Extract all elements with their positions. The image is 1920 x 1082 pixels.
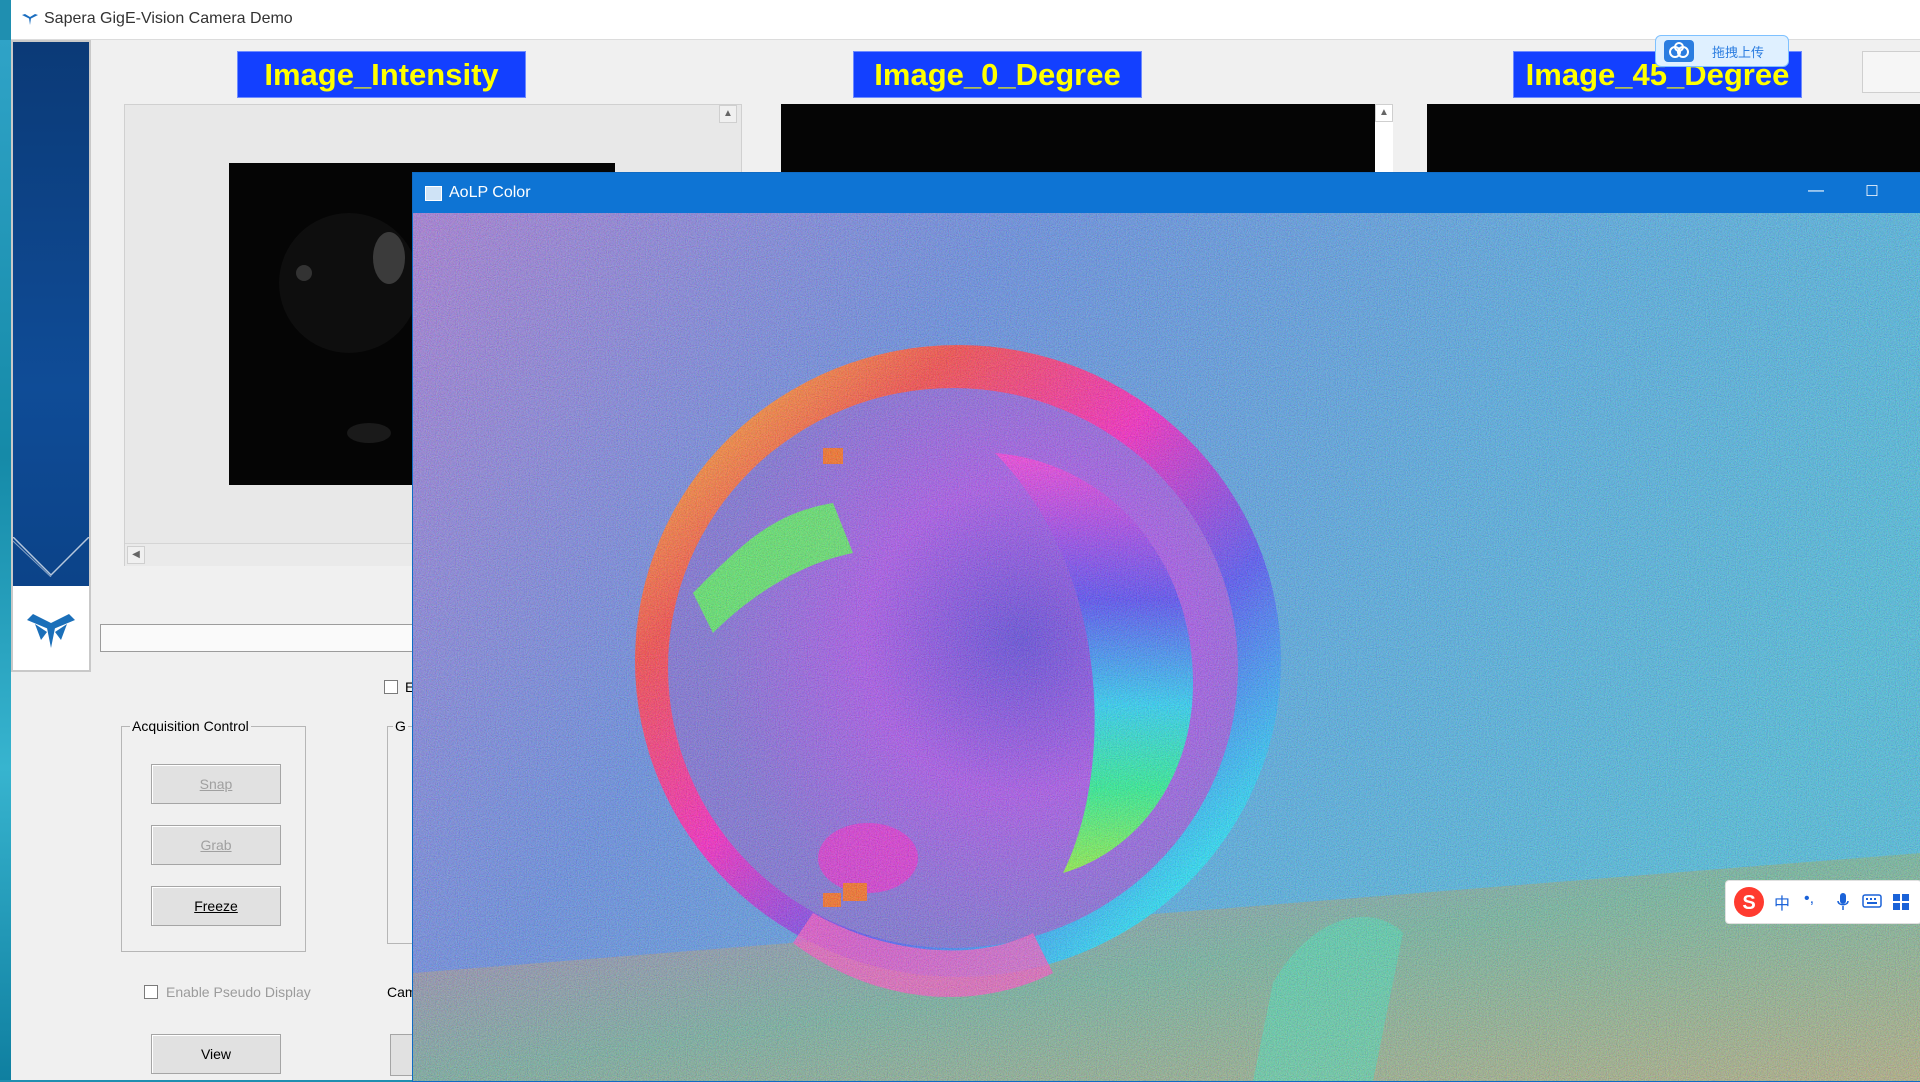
upload-label: 拖拽上传 (1712, 45, 1765, 60)
degree45-image (1427, 104, 1920, 174)
grab-button[interactable]: Grab (151, 825, 281, 865)
view-button[interactable]: View (151, 1034, 281, 1074)
degree0-viewer[interactable]: ▲ (781, 104, 1393, 174)
ime-punctuation-label[interactable]: •, (1804, 890, 1814, 908)
cloud-upload-icon (1664, 40, 1694, 62)
upload-widget[interactable]: 拖拽上传 (1655, 35, 1789, 67)
mic-icon[interactable] (1836, 892, 1850, 912)
view-button-label: View (200, 1046, 232, 1062)
image-0-degree-label: Image_0_Degree (853, 51, 1142, 98)
teledyne-logo-icon (22, 14, 38, 25)
logo-panel (11, 40, 91, 672)
pseudo-display-checkbox[interactable] (144, 985, 158, 999)
acquisition-control-title: Acquisition Control (130, 718, 251, 734)
pseudo-display-label: Enable Pseudo Display (166, 984, 311, 1000)
grid-icon[interactable] (1892, 893, 1910, 911)
svg-text:S: S (1742, 892, 1755, 914)
intensity-scroll-up-button[interactable]: ▲ (719, 105, 737, 123)
aolp-title: AoLP Color (449, 184, 531, 201)
aolp-color-window[interactable]: AoLP Color — ☐ (412, 172, 1920, 1082)
aolp-titlebar[interactable]: AoLP Color — ☐ (413, 173, 1920, 213)
chevron-graphic (13, 537, 89, 577)
grab-button-label: Grab (200, 837, 232, 853)
app-title: Sapera GigE-Vision Camera Demo (44, 10, 293, 27)
partial-checkbox[interactable] (384, 680, 398, 694)
freeze-button[interactable]: Freeze (151, 886, 281, 926)
maximize-icon[interactable]: ☐ (1859, 179, 1885, 205)
status-field (100, 624, 422, 652)
partial-button-right[interactable] (1862, 51, 1920, 93)
intensity-scroll-left-button[interactable]: ◀ (127, 546, 145, 564)
logo-white-area (13, 586, 89, 670)
partial-button-bottom[interactable] (390, 1034, 414, 1076)
teledyne-emblem-icon (27, 614, 75, 648)
acquisition-control-group: Acquisition Control Snap Grab Freeze (121, 718, 306, 952)
main-titlebar[interactable]: Sapera GigE-Vision Camera Demo (11, 0, 1920, 40)
sogou-icon[interactable]: S (1732, 886, 1766, 918)
keyboard-icon[interactable] (1862, 893, 1882, 909)
window-icon (425, 186, 442, 201)
aolp-image-content (413, 213, 1920, 1081)
degree0-scroll-up-button[interactable]: ▲ (1375, 104, 1393, 122)
image-intensity-label: Image_Intensity (237, 51, 526, 98)
snap-button[interactable]: Snap (151, 764, 281, 804)
partial-group-title: G (393, 718, 408, 734)
snap-button-label: Snap (199, 776, 233, 792)
aolp-image[interactable] (413, 213, 1920, 1081)
degree0-image (781, 104, 1375, 174)
minimize-icon[interactable]: — (1803, 179, 1829, 205)
degree45-viewer[interactable] (1427, 104, 1920, 174)
ime-mode-label[interactable]: 中 (1774, 890, 1790, 914)
ime-toolbar[interactable]: S 中 •, (1725, 880, 1920, 924)
desktop-background (0, 40, 11, 1080)
freeze-button-label: Freeze (194, 898, 238, 914)
